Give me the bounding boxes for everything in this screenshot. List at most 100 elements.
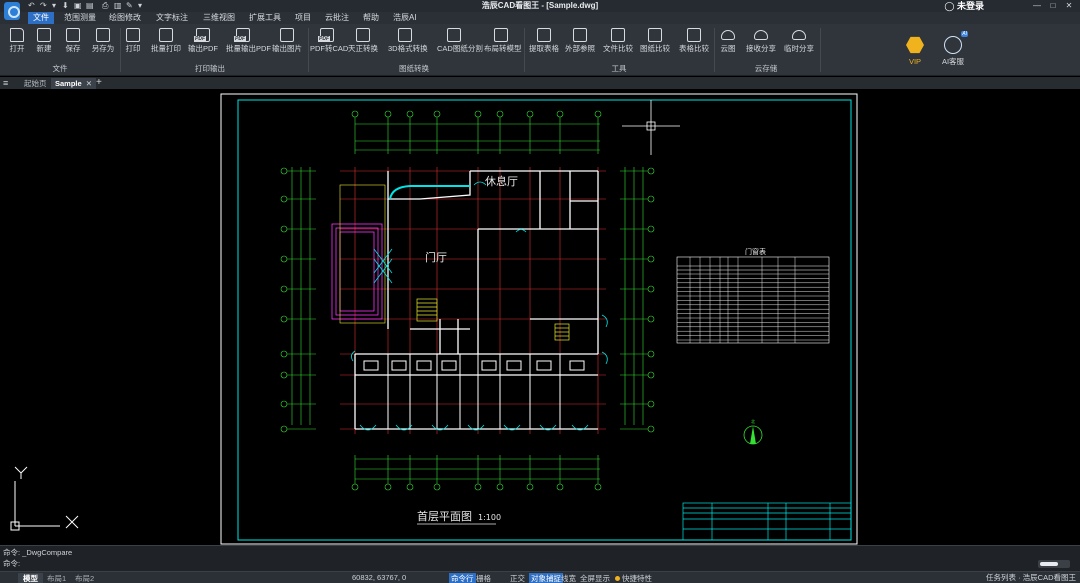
command-input[interactable] [28,558,1038,569]
tab-sample[interactable]: Sample ✕ [51,78,96,89]
table-compare-icon [687,28,701,42]
export-quick-icon[interactable]: ▥ [114,1,122,11]
save-button[interactable]: 保存 [56,27,90,63]
command-history: 命令: _DwgCompare [3,548,73,557]
edit-quick-icon[interactable]: ✎ [126,1,133,11]
canopy [331,223,383,320]
batch-export-pdf-button[interactable]: 批量输出PDF [226,27,271,63]
new-tab-button[interactable]: + [96,77,102,89]
menu-bar: 文件 范围测量 绘图修改 文字标注 三维视图 扩展工具 项目 云批注 帮助 浩辰… [0,12,1080,24]
quick-properties-icon [615,576,620,581]
pdf-icon [194,28,210,42]
axis-bubble [280,285,288,293]
close-tab-icon[interactable]: ✕ [86,79,92,88]
menu-extend-tools[interactable]: 扩展工具 [244,12,286,24]
temp-share-button[interactable]: 临时分享 [782,27,816,63]
export-image-button[interactable]: 输出图片 [270,27,304,63]
group-label-convert: 图纸转换 [399,64,429,73]
print-button[interactable]: 打印 [116,27,150,63]
axis-bubble [351,483,359,491]
print-quick-icon[interactable]: ⎙ [102,1,108,11]
export-pdf-button[interactable]: 输出PDF [186,27,220,63]
table-title: 门窗表 [745,247,766,256]
axis-bubble [526,483,534,491]
save-as-quick-icon[interactable]: ▤ [86,1,94,11]
cloud-download-icon [754,30,768,40]
axis-bubble [280,350,288,358]
command-prompt: 命令: [3,559,21,568]
toggle-ortho[interactable]: 正交 [508,573,527,583]
undo-icon[interactable]: ↶ [28,1,35,11]
receive-share-button[interactable]: 接收分享 [744,27,778,63]
menu-file[interactable]: 文件 [28,12,54,24]
room-label-lounge: 休息厅 [485,174,518,188]
command-scrollbar[interactable] [1038,560,1070,568]
tab-start-page[interactable]: 起始页 [20,78,51,89]
file-compare-button[interactable]: 文件比较 [601,27,635,63]
menu-project[interactable]: 项目 [290,12,316,24]
customize-quick-icon[interactable]: ▾ [138,1,142,11]
login-button[interactable]: ◯ 未登录 [944,0,984,12]
save-as-button[interactable]: 另存为 [86,27,120,63]
redo-icon[interactable]: ↷ [40,1,47,11]
window-title: 浩辰CAD看图王 - [Sample.dwg] [481,1,599,10]
menu-draw-modify[interactable]: 绘图修改 [104,12,146,24]
axis-bubble [647,195,655,203]
toggle-fullscreen[interactable]: 全屏显示 [578,573,612,583]
axis-bubble [280,167,288,175]
axis-bubble [647,255,655,263]
axis-bubble [496,483,504,491]
menu-text-annotate[interactable]: 文字标注 [151,12,193,24]
quick-properties-button[interactable]: 快捷特性 [613,573,654,583]
menu-measure[interactable]: 范围测量 [59,12,101,24]
ai-support-button[interactable]: AI客服 [938,31,968,72]
close-button[interactable]: ✕ [1062,0,1076,12]
save-quick-icon[interactable]: ▣ [74,1,82,11]
layout-to-model-button[interactable]: 布局转模型 [484,27,522,63]
layout-tab-model[interactable]: 模型 [18,573,43,583]
vip-button[interactable]: VIP [900,36,930,72]
login-label: 未登录 [956,1,984,11]
new-file-icon [37,28,51,42]
tangent-convert-button[interactable]: 天正转换 [346,27,380,63]
tab-list-menu-icon[interactable]: ≡ [3,78,13,88]
xref-button[interactable]: 外部参照 [563,27,597,63]
menu-cloud-annotate[interactable]: 云批注 [320,12,354,24]
toggle-lineweight[interactable]: 线宽 [559,573,578,583]
layout-tab-layout1[interactable]: 布局1 [42,573,71,583]
toggle-grid[interactable]: 栅格 [474,573,493,583]
extract-table-button[interactable]: 提取表格 [527,27,561,63]
table-icon [537,28,551,42]
drawing-compare-button[interactable]: 图纸比较 [638,27,672,63]
3d-format-convert-button[interactable]: 3D格式转换 [388,27,428,63]
axis-bubble [647,425,655,433]
toggle-object-snap[interactable]: 对象捕捉 [529,573,563,583]
menu-help[interactable]: 帮助 [358,12,384,24]
printer-icon [126,28,140,42]
axis-bubble [647,400,655,408]
curved-wall [389,185,470,200]
axis-bubble [406,110,414,118]
left-dimensions [291,167,644,425]
download-icon[interactable]: ⬇ [62,1,69,11]
maximize-button[interactable]: □ [1046,0,1060,12]
drawing-canvas[interactable]: 休息厅 门厅 门窗表 北 首层平面图 1:100 [0,89,1080,545]
table-compare-button[interactable]: 表格比较 [677,27,711,63]
drawing-scale: 1:100 [478,513,501,522]
axis-bubble [384,110,392,118]
layout-tab-layout2[interactable]: 布局2 [70,573,99,583]
cloud-drawing-button[interactable]: 云图 [711,27,745,63]
cad-split-button[interactable]: CAD图纸分割 [437,27,483,63]
batch-print-button[interactable]: 批量打印 [149,27,183,63]
axis-bubble [647,225,655,233]
menu-gstar-ai[interactable]: 浩辰AI [388,12,422,24]
pdf-to-cad-button[interactable]: PDF转CAD [310,27,348,63]
menu-3d-view[interactable]: 三维视图 [198,12,240,24]
axis-bubble [433,483,441,491]
toggle-command-line[interactable]: 命令行 [449,573,476,583]
task-list-label[interactable]: 任务列表 · 浩辰CAD看图王 [986,572,1076,583]
dropdown-icon[interactable]: ▾ [52,1,56,11]
minimize-button[interactable]: — [1030,0,1044,12]
axis-bubble [496,110,504,118]
cloud-share-icon [792,30,806,40]
